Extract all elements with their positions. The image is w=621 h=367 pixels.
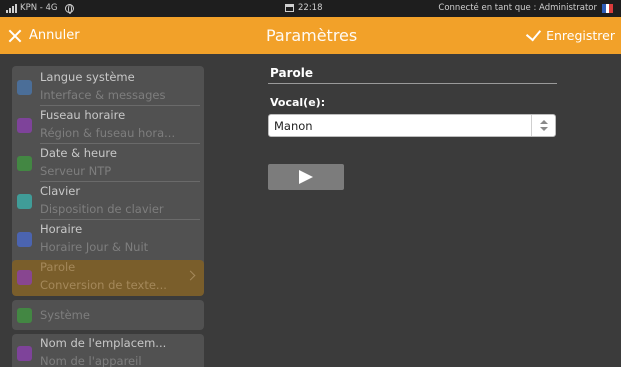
system-gear-icon	[17, 308, 32, 323]
globe-icon	[64, 3, 74, 14]
sidebar-item-label: Système	[40, 308, 90, 322]
sidebar-item-parole[interactable]: Parole Conversion de texte...	[12, 260, 204, 296]
timezone-icon	[17, 118, 32, 133]
sidebar-group-location: Nom de l'emplacem... Nom de l'appareil	[12, 334, 204, 367]
section-divider	[268, 83, 557, 84]
sidebar-item-date[interactable]: Date & heure Serveur NTP	[12, 146, 204, 182]
speech-icon	[17, 270, 32, 285]
sidebar-item-label: Clavier	[40, 184, 81, 198]
checkmark-icon	[525, 25, 542, 42]
voice-select-value: Manon	[274, 119, 313, 133]
close-icon	[8, 29, 22, 43]
sidebar-group-system: Système	[12, 300, 204, 330]
sidebar-item-horaire[interactable]: Horaire Horaire Jour & Nuit	[12, 222, 204, 258]
play-icon	[299, 170, 313, 184]
page-title: Paramètres	[266, 26, 358, 45]
select-arrows-icon	[531, 115, 555, 136]
play-preview-button[interactable]	[268, 164, 344, 190]
sidebar-item-langue[interactable]: Langue système Interface & messages	[12, 70, 204, 106]
keyboard-icon	[17, 194, 32, 209]
sidebar-item-label: Langue système	[40, 70, 135, 84]
sidebar-item-sublabel: Région & fuseau hora...	[40, 126, 176, 140]
divider	[40, 181, 200, 182]
signal-bars-icon	[6, 3, 17, 13]
carrier-label: KPN - 4G	[20, 3, 58, 13]
sidebar-item-label: Date & heure	[40, 146, 117, 160]
sidebar-item-emplacement[interactable]: Nom de l'emplacem... Nom de l'appareil	[12, 336, 204, 367]
cancel-button[interactable]: Annuler	[8, 17, 80, 54]
sidebar-item-label: Nom de l'emplacem...	[40, 336, 167, 350]
french-flag-icon[interactable]	[602, 3, 614, 13]
sidebar-item-label: Horaire	[40, 222, 83, 236]
sidebar-item-label: Fuseau horaire	[40, 108, 126, 122]
sidebar-item-sublabel: Disposition de clavier	[40, 202, 164, 216]
save-label: Enregistrer	[546, 28, 615, 43]
time-label: 22:18	[298, 3, 323, 13]
sidebar-item-label: Parole	[40, 260, 76, 274]
settings-sidebar: Langue système Interface & messages Fuse…	[12, 54, 204, 367]
sun-icon	[17, 232, 32, 247]
logged-in-label: Connecté en tant que : Administrator	[438, 3, 597, 13]
signal-info: KPN - 4G	[6, 3, 74, 14]
divider	[40, 105, 200, 106]
section-heading: Parole	[270, 66, 313, 80]
cancel-label: Annuler	[29, 28, 80, 43]
clock-icon	[17, 156, 32, 171]
sidebar-item-fuseau[interactable]: Fuseau horaire Région & fuseau hora...	[12, 108, 204, 144]
clock: 22:18	[285, 3, 323, 13]
divider	[40, 143, 200, 144]
calendar-icon	[285, 4, 294, 12]
sidebar-item-sublabel: Nom de l'appareil	[40, 354, 142, 367]
user-info: Connecté en tant que : Administrator	[438, 3, 614, 13]
divider	[40, 219, 200, 220]
sidebar-item-systeme[interactable]: Système	[12, 300, 204, 330]
sidebar-group-main: Langue système Interface & messages Fuse…	[12, 66, 204, 296]
status-bar: KPN - 4G 22:18 Connecté en tant que : Ad…	[0, 0, 621, 17]
chevron-right-icon	[185, 270, 196, 281]
voice-select[interactable]: Manon	[268, 114, 556, 137]
sidebar-item-clavier[interactable]: Clavier Disposition de clavier	[12, 184, 204, 220]
sidebar-item-sublabel: Interface & messages	[40, 88, 166, 102]
sidebar-item-sublabel: Serveur NTP	[40, 164, 112, 178]
sidebar-item-sublabel: Horaire Jour & Nuit	[40, 240, 149, 254]
save-button[interactable]: Enregistrer	[525, 17, 615, 54]
sidebar-item-sublabel: Conversion de texte...	[40, 278, 167, 292]
location-pin-icon	[17, 346, 32, 361]
globe-language-icon	[17, 80, 32, 95]
header-bar: Annuler Paramètres Enregistrer	[0, 17, 621, 54]
voice-label: Vocal(e):	[270, 96, 326, 109]
